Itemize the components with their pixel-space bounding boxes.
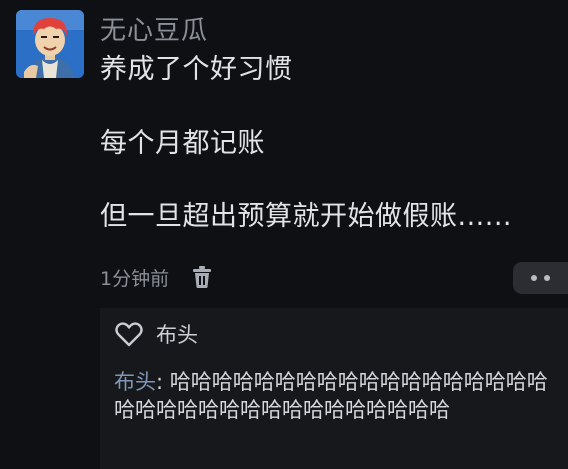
more-dots-icon xyxy=(544,275,550,281)
post-card: 无心豆瓜 养成了个好习惯 每个月都记账 但一旦超出预算就开始做假账...... … xyxy=(0,0,568,469)
reply-author[interactable]: 布头 xyxy=(114,370,156,394)
post-meta: 1分钟前 xyxy=(100,262,213,292)
likes-row: 布头 xyxy=(114,318,198,350)
reply-comment: 布头: 哈哈哈哈哈哈哈哈哈哈哈哈哈哈哈哈哈哈哈哈哈哈哈哈哈哈哈哈哈哈哈哈哈哈 xyxy=(114,368,562,424)
post-timestamp: 1分钟前 xyxy=(100,267,170,290)
reply-body: 哈哈哈哈哈哈哈哈哈哈哈哈哈哈哈哈哈哈哈哈哈哈哈哈哈哈哈哈哈哈哈哈哈哈 xyxy=(114,370,548,422)
trash-icon[interactable] xyxy=(191,265,213,289)
avatar[interactable] xyxy=(16,10,84,78)
heart-icon[interactable] xyxy=(114,320,144,348)
more-dots-icon xyxy=(531,275,537,281)
post-text-line-2: 每个月都记账 xyxy=(100,128,265,159)
post-text-line-1: 养成了个好习惯 xyxy=(100,54,293,85)
cartoon-avatar-icon xyxy=(16,10,84,78)
reply-separator: : xyxy=(156,370,170,394)
more-options-button[interactable] xyxy=(513,262,568,294)
reply-section: 布头 布头: 哈哈哈哈哈哈哈哈哈哈哈哈哈哈哈哈哈哈哈哈哈哈哈哈哈哈哈哈哈哈哈哈哈… xyxy=(100,308,568,469)
username[interactable]: 无心豆瓜 xyxy=(100,14,208,48)
like-user-name[interactable]: 布头 xyxy=(156,319,198,349)
post-text-line-3: 但一旦超出预算就开始做假账...... xyxy=(100,201,512,232)
